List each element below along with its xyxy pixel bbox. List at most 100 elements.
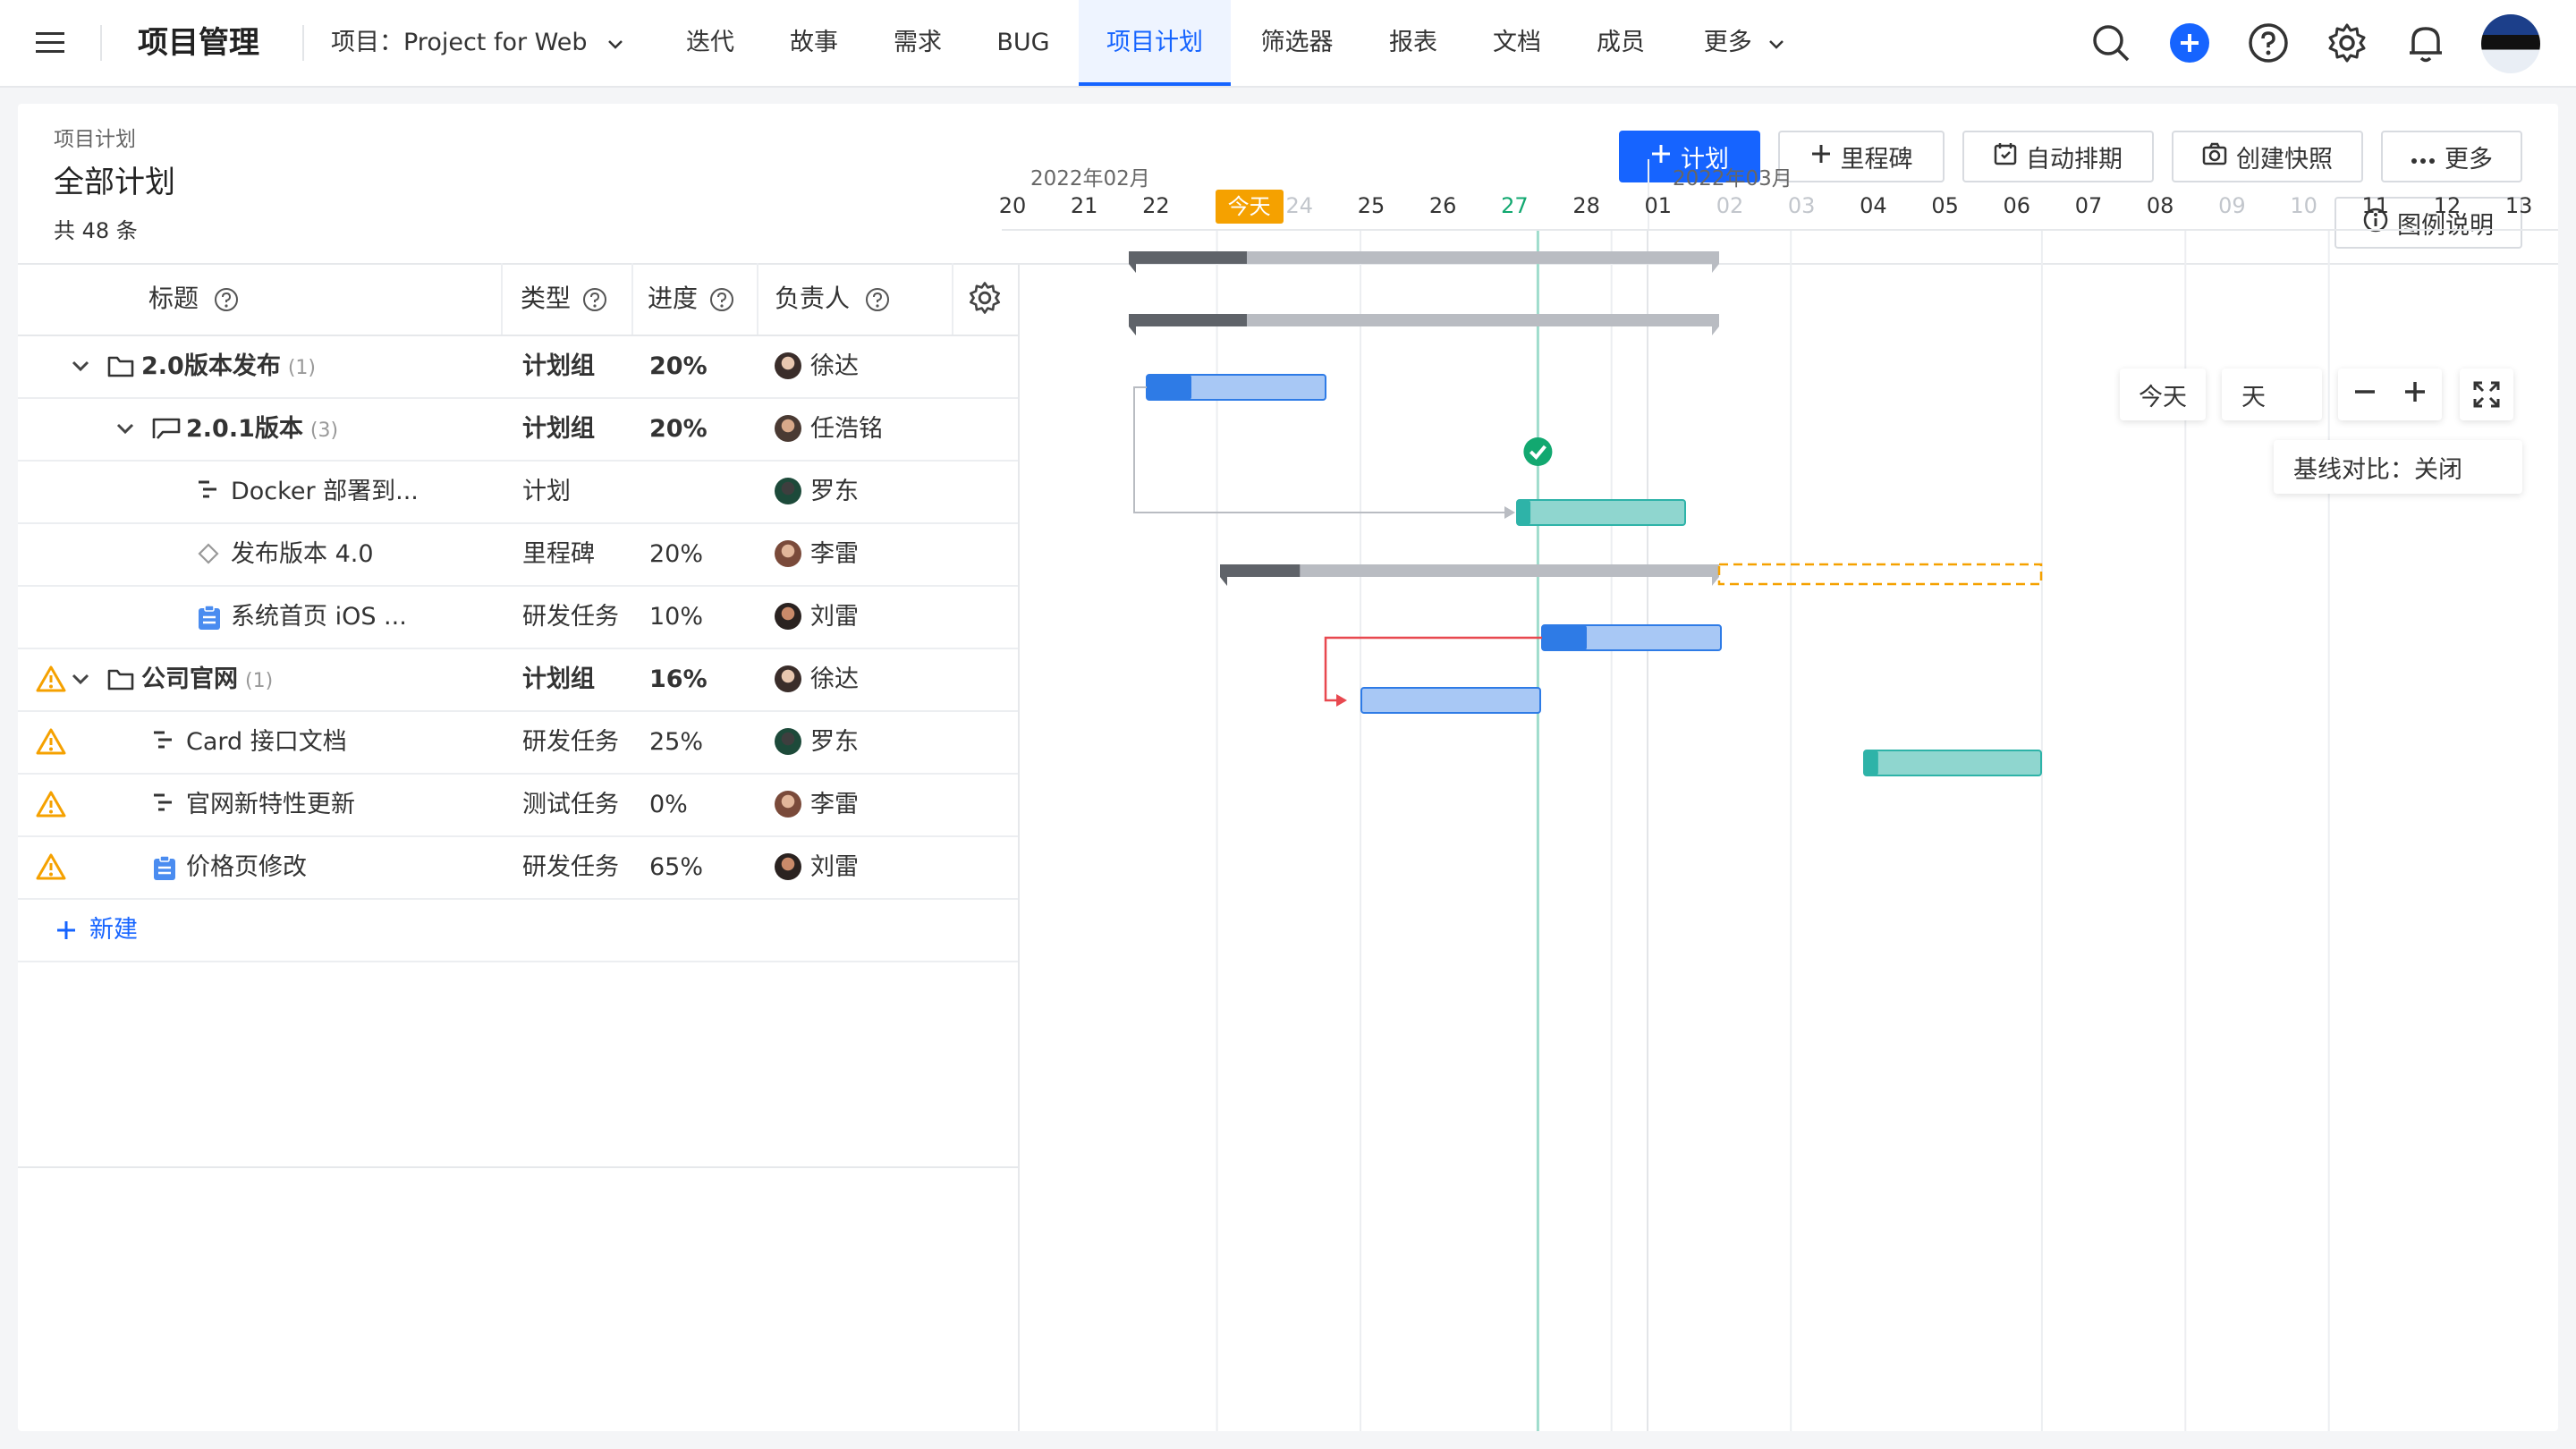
row-owner[interactable]: 李雷 (775, 524, 859, 585)
tab-project-plan[interactable]: 项目计划 (1079, 0, 1231, 86)
zoom-out-icon[interactable] (2353, 380, 2377, 410)
row-title[interactable]: 2.0.1版本 (3) (186, 399, 338, 460)
gantt-chart: 2022年02月 2022年03月 20 21 22 今天 24 25 26 27 28 01 02… (999, 159, 2558, 1431)
baseline-compare-toggle[interactable]: 基线对比：关闭 (2274, 440, 2522, 494)
help-icon[interactable] (706, 284, 734, 313)
warning-icon (36, 728, 66, 758)
gantt-today-button[interactable]: 今天 (2120, 369, 2206, 420)
row-title[interactable]: 官网新特性更新 (186, 775, 362, 835)
row-progress: 20% (649, 540, 704, 568)
row-title-text: Docker 部署到... (231, 478, 419, 505)
project-selector[interactable]: 项目：Project for Web (331, 0, 623, 86)
gantt-group-bar-company-site-progress (1220, 564, 1301, 586)
help-icon[interactable] (579, 284, 607, 313)
column-progress[interactable]: 进度 (648, 263, 734, 335)
avatar (775, 602, 801, 630)
row-progress: 20% (649, 415, 708, 443)
gear-icon[interactable] (2324, 20, 2370, 66)
gantt-bar-pricing-progress (1864, 750, 1878, 775)
table-row[interactable]: 2.0.1版本 (3) 计划组 20% 任浩铭 (18, 399, 1020, 462)
row-title[interactable]: 2.0版本发布 (1) (141, 336, 316, 397)
row-owner[interactable]: 罗东 (775, 462, 859, 522)
table-header: 标题 类型 进度 负责人 (18, 263, 1020, 336)
row-title-text: Card 接口文档 (186, 728, 347, 756)
zoom-in-icon[interactable] (2403, 380, 2427, 410)
gantt-group-bar-2-0-release-progress (1129, 251, 1247, 273)
gantt-bar-ios-progress (1517, 500, 1531, 525)
column-progress-label: 进度 (648, 284, 699, 313)
tab-iteration[interactable]: 迭代 (673, 0, 748, 86)
row-progress: 0% (649, 791, 688, 818)
table-row[interactable]: 官网新特性更新 测试任务 0% 李雷 (18, 775, 1020, 837)
row-child-count: (1) (287, 357, 317, 379)
tab-requirement[interactable]: 需求 (880, 0, 955, 86)
column-title[interactable]: 标题 (148, 263, 239, 335)
row-title-text: 官网新特性更新 (186, 791, 355, 818)
gantt-scale-select[interactable]: 天 (2222, 369, 2322, 420)
row-title[interactable]: 发布版本 4.0 (231, 524, 381, 585)
new-item-button[interactable]: 新建 (89, 900, 138, 961)
zoom-controls (2338, 369, 2442, 420)
table-row[interactable]: 价格页修改 研发任务 65% 刘雷 (18, 837, 1020, 900)
tab-docs[interactable]: 文档 (1479, 0, 1555, 86)
help-icon[interactable] (207, 284, 239, 313)
row-owner[interactable]: 任浩铭 (775, 399, 883, 460)
new-item-row[interactable]: 新建 (18, 900, 1020, 962)
search-icon[interactable] (2088, 20, 2134, 66)
row-owner[interactable]: 李雷 (775, 775, 859, 835)
table-row[interactable]: 系统首页 iOS ... 研发任务 10% 刘雷 (18, 587, 1020, 649)
row-progress: 65% (649, 853, 704, 881)
gantt-bar-card-doc-progress (1542, 625, 1587, 650)
column-owner-label: 负责人 (775, 284, 851, 313)
row-title[interactable]: Card 接口文档 (186, 712, 354, 773)
tab-more[interactable]: 更多 (1690, 0, 1798, 86)
bell-icon[interactable] (2402, 20, 2449, 66)
row-title[interactable]: 价格页修改 (186, 837, 314, 898)
chevron-down-icon (1768, 29, 1784, 56)
row-owner-name: 刘雷 (810, 853, 859, 881)
table-row[interactable]: 2.0版本发布 (1) 计划组 20% 徐达 (18, 336, 1020, 399)
row-owner-name: 徐达 (810, 352, 859, 380)
tab-story[interactable]: 故事 (776, 0, 852, 86)
row-owner[interactable]: 罗东 (775, 712, 859, 773)
fullscreen-icon[interactable] (2460, 369, 2513, 420)
tab-members[interactable]: 成员 (1583, 0, 1658, 86)
row-title-text: 发布版本 4.0 (231, 540, 374, 568)
row-title[interactable]: 公司官网 (1) (141, 649, 273, 710)
folder-icon (107, 667, 134, 694)
tab-filter[interactable]: 筛选器 (1247, 0, 1347, 86)
help-icon[interactable] (2245, 20, 2292, 66)
plan-icon (152, 792, 175, 816)
column-type[interactable]: 类型 (521, 263, 607, 335)
row-owner[interactable]: 刘雷 (775, 837, 859, 898)
tab-report[interactable]: 报表 (1376, 0, 1451, 86)
page-title: 全部计划 (54, 165, 175, 200)
chevron-down-icon[interactable] (72, 673, 89, 690)
row-owner[interactable]: 徐达 (775, 336, 859, 397)
gantt-bar-pricing (1863, 750, 2042, 776)
column-settings-gear-icon[interactable] (968, 281, 1002, 318)
row-type: 里程碑 (522, 540, 595, 568)
tab-bug[interactable]: BUG (984, 0, 1063, 86)
row-title[interactable]: 系统首页 iOS ... (231, 587, 414, 648)
row-title[interactable]: Docker 部署到... (231, 462, 426, 522)
row-owner-name: 罗东 (810, 478, 859, 505)
chevron-down-icon[interactable] (72, 360, 89, 377)
row-type: 研发任务 (522, 603, 619, 631)
row-type: 研发任务 (522, 728, 619, 756)
column-type-label: 类型 (521, 284, 572, 313)
column-owner[interactable]: 负责人 (775, 263, 890, 335)
row-owner-name: 李雷 (810, 791, 859, 818)
table-row[interactable]: Card 接口文档 研发任务 25% 罗东 (18, 712, 1020, 775)
table-row[interactable]: 发布版本 4.0 里程碑 20% 李雷 (18, 524, 1020, 587)
row-type: 计划组 (522, 665, 595, 693)
menu-icon[interactable] (27, 20, 73, 66)
row-owner[interactable]: 刘雷 (775, 587, 859, 648)
add-icon[interactable] (2166, 20, 2213, 66)
table-row[interactable]: 公司官网 (1) 计划组 16% 徐达 (18, 649, 1020, 712)
row-owner[interactable]: 徐达 (775, 649, 859, 710)
table-row[interactable]: Docker 部署到... 计划 罗东 (18, 462, 1020, 524)
chevron-down-icon[interactable] (116, 422, 134, 439)
avatar[interactable] (2481, 14, 2540, 73)
help-icon[interactable] (858, 284, 890, 313)
